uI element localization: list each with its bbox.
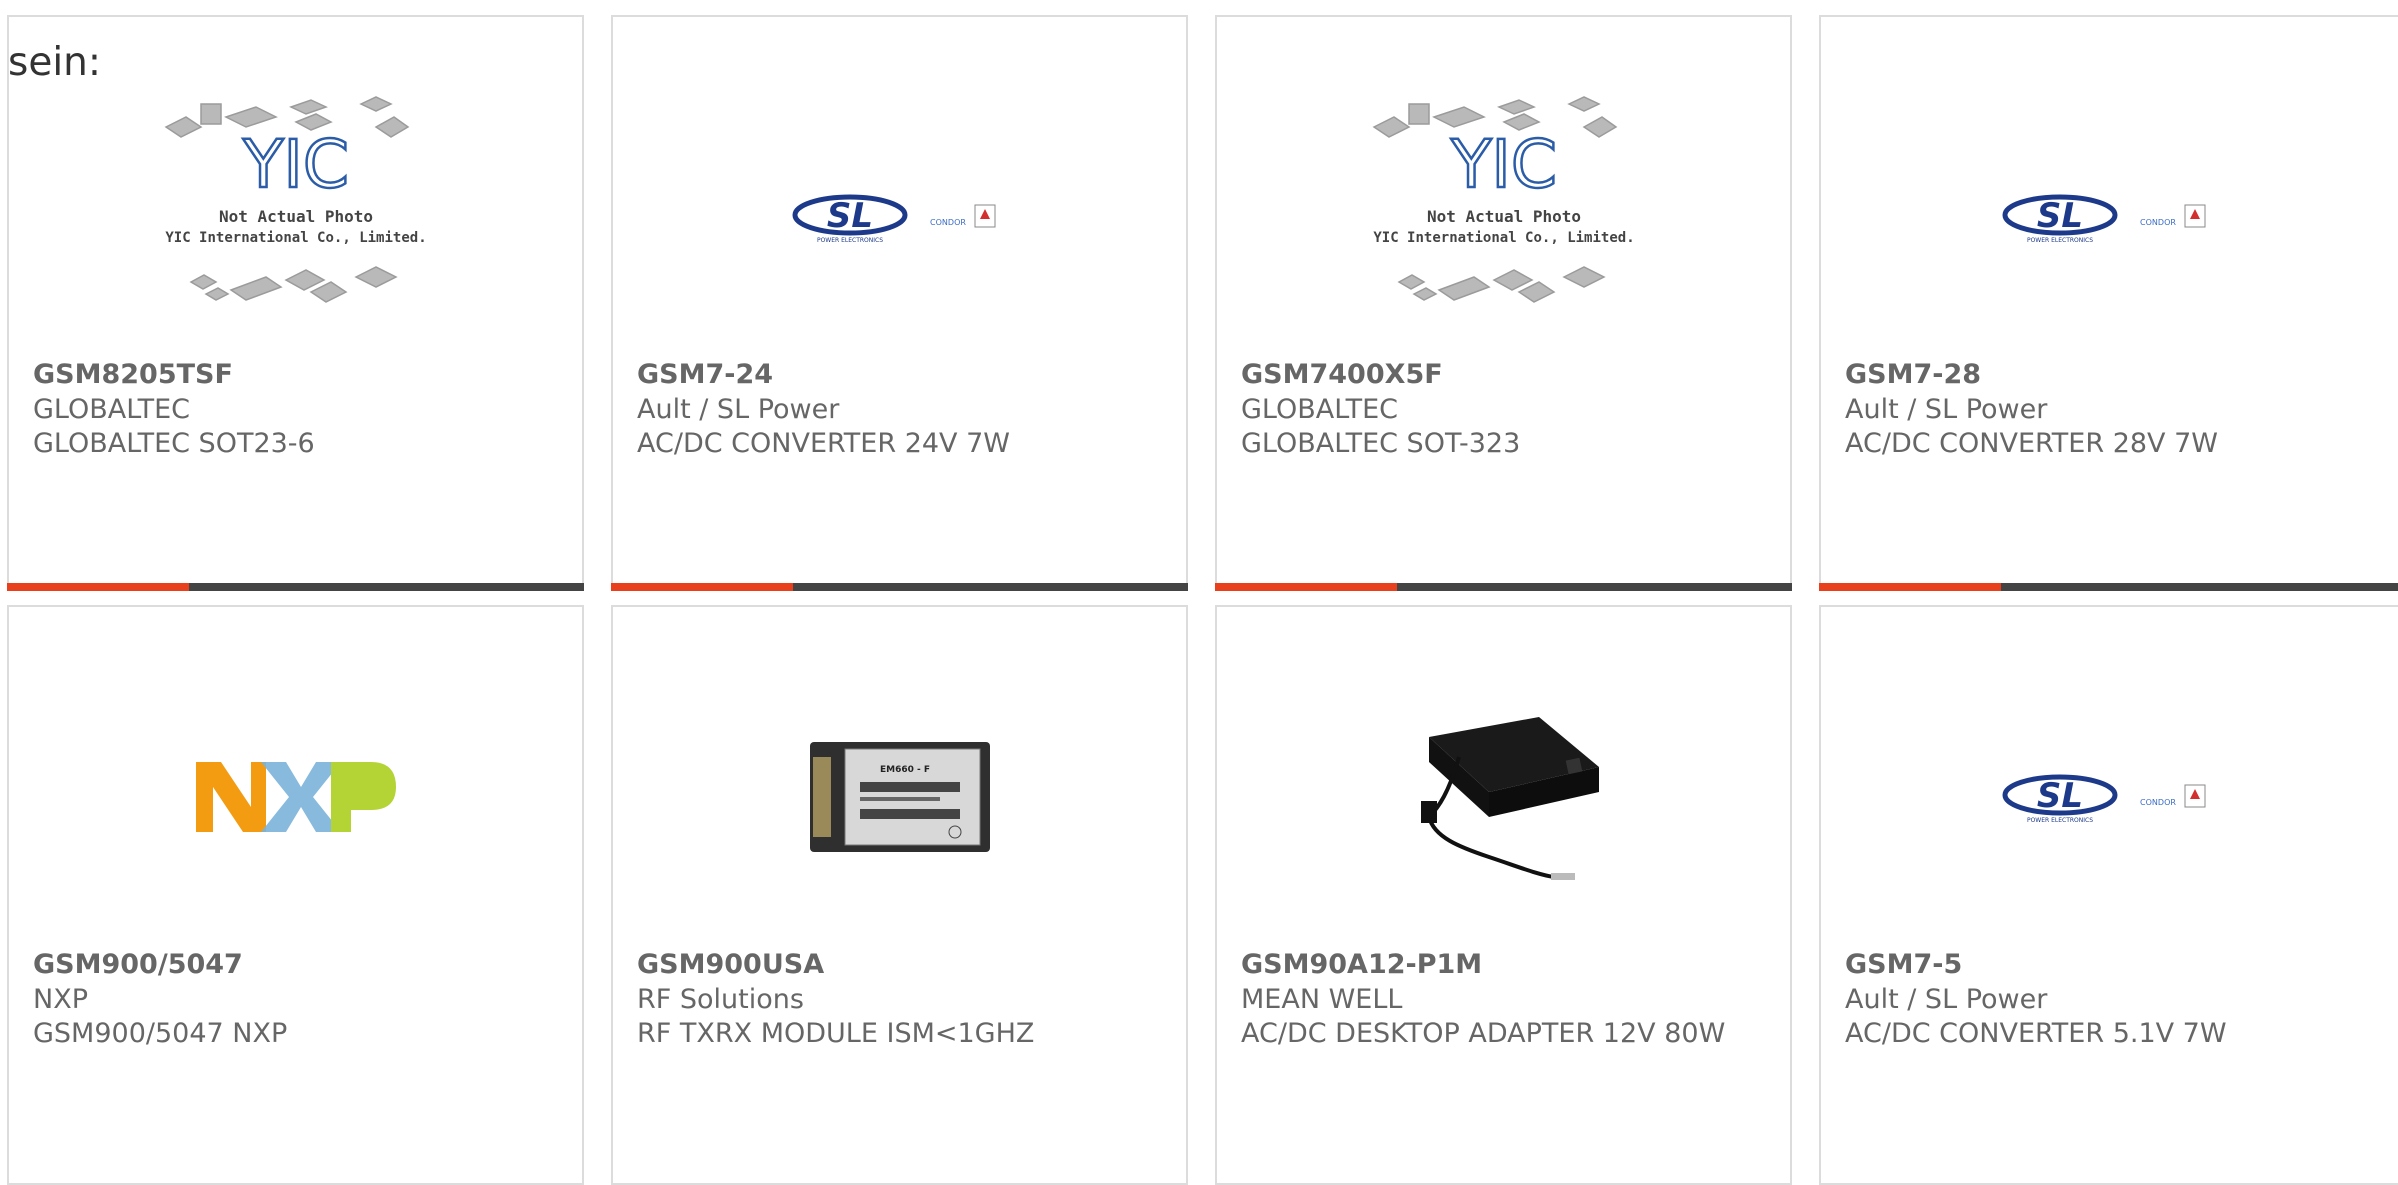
sl-power-logo-icon: SL POWER ELECTRONICS CONDOR [2002, 194, 2205, 244]
placeholder-line1: Not Actual Photo [1426, 207, 1580, 226]
sl-power-logo-icon: SL POWER ELECTRONICS CONDOR [792, 194, 995, 244]
yic-logo-text: YIC [1450, 126, 1557, 203]
card-bar [1819, 583, 2398, 591]
product-image[interactable]: SL POWER ELECTRONICS CONDOR [1821, 77, 2398, 357]
yic-placeholder-icon: YIC Not Actual Photo YIC International C… [164, 96, 426, 303]
card-bar-accent [7, 583, 189, 591]
condor-text: CONDOR [2140, 218, 2176, 227]
placeholder-line2: YIC International Co., Limited. [165, 230, 426, 246]
product-image[interactable]: SL POWER ELECTRONICS CONDOR [613, 77, 1186, 357]
module-label-text: EM660 - F [880, 765, 930, 775]
part-number[interactable]: GSM900USA [637, 949, 824, 980]
description: RF TXRX MODULE ISM<1GHZ [637, 1018, 1035, 1049]
card-bar [611, 583, 1188, 591]
product-card[interactable]: EM660 - F GSM900USA RF Solutions RF TXRX… [611, 605, 1188, 1185]
sl-logo-text: SL [2036, 776, 2082, 816]
description: AC/DC CONVERTER 24V 7W [637, 428, 1010, 459]
yic-logo-text: YIC [242, 126, 349, 203]
card-bar-accent [611, 583, 793, 591]
manufacturer: GLOBALTEC [1241, 394, 1398, 425]
sl-logo-text: SL [2036, 196, 2082, 236]
nxp-logo-text: NXP [294, 839, 296, 841]
manufacturer: Ault / SL Power [1845, 984, 2048, 1015]
part-number[interactable]: GSM7-5 [1845, 949, 1962, 980]
sl-power-logo-icon: SL POWER ELECTRONICS CONDOR [2002, 774, 2205, 824]
rf-module-icon: EM660 - F [809, 742, 990, 852]
part-number[interactable]: GSM7-28 [1845, 359, 1981, 390]
condor-text: CONDOR [2140, 798, 2176, 807]
part-number[interactable]: GSM900/5047 [33, 949, 243, 980]
manufacturer: Ault / SL Power [637, 394, 840, 425]
condor-text: CONDOR [930, 218, 966, 227]
manufacturer: MEAN WELL [1241, 984, 1403, 1015]
description: GLOBALTEC SOT23-6 [33, 428, 315, 459]
manufacturer: NXP [33, 984, 88, 1015]
placeholder-line1: Not Actual Photo [218, 207, 372, 226]
yic-placeholder-icon: YIC Not Actual Photo YIC International C… [1372, 96, 1634, 303]
product-image[interactable]: NXP [9, 657, 582, 937]
sl-subtext: POWER ELECTRONICS [2026, 817, 2092, 824]
sl-logo-text: SL [826, 196, 872, 236]
description: AC/DC CONVERTER 28V 7W [1845, 428, 2218, 459]
sl-subtext: POWER ELECTRONICS [2026, 237, 2092, 244]
product-card[interactable]: SL POWER ELECTRONICS CONDOR GSM7-28 Ault… [1819, 15, 2398, 591]
card-bar [1215, 583, 1792, 591]
product-image[interactable]: YIC Not Actual Photo YIC International C… [9, 77, 582, 357]
product-card[interactable]: NXP GSM900/5047 NXP GSM900/5047 NXP [7, 605, 584, 1185]
product-image[interactable] [1217, 657, 1790, 937]
product-card[interactable]: YIC Not Actual Photo YIC International C… [1215, 15, 1792, 591]
card-bar-accent [1819, 583, 2001, 591]
card-bar-accent [1215, 583, 1397, 591]
product-card[interactable]: SL POWER ELECTRONICS CONDOR GSM7-24 Ault… [611, 15, 1188, 591]
part-number[interactable]: GSM90A12-P1M [1241, 949, 1482, 980]
power-adapter-icon [1420, 717, 1599, 880]
description: GLOBALTEC SOT-323 [1241, 428, 1521, 459]
product-card[interactable]: GSM90A12-P1M MEAN WELL AC/DC DESKTOP ADA… [1215, 605, 1792, 1185]
part-number[interactable]: GSM8205TSF [33, 359, 233, 390]
product-image[interactable]: SL POWER ELECTRONICS CONDOR [1821, 657, 2398, 937]
description: GSM900/5047 NXP [33, 1018, 288, 1049]
manufacturer: GLOBALTEC [33, 394, 190, 425]
manufacturer: Ault / SL Power [1845, 394, 2048, 425]
manufacturer: RF Solutions [637, 984, 804, 1015]
description: AC/DC DESKTOP ADAPTER 12V 80W [1241, 1018, 1726, 1049]
part-number[interactable]: GSM7400X5F [1241, 359, 1443, 390]
nxp-logo-icon: NXP [195, 762, 396, 841]
card-bar [7, 583, 584, 591]
placeholder-line2: YIC International Co., Limited. [1373, 230, 1634, 246]
product-card[interactable]: YIC Not Actual Photo YIC International C… [7, 15, 584, 591]
product-image[interactable]: YIC Not Actual Photo YIC International C… [1217, 77, 1790, 357]
description: AC/DC CONVERTER 5.1V 7W [1845, 1018, 2227, 1049]
part-number[interactable]: GSM7-24 [637, 359, 773, 390]
product-image[interactable]: EM660 - F [613, 657, 1186, 937]
product-card[interactable]: SL POWER ELECTRONICS CONDOR GSM7-5 Ault … [1819, 605, 2398, 1185]
sl-subtext: POWER ELECTRONICS [816, 237, 882, 244]
lead-text: sein: [8, 40, 102, 85]
